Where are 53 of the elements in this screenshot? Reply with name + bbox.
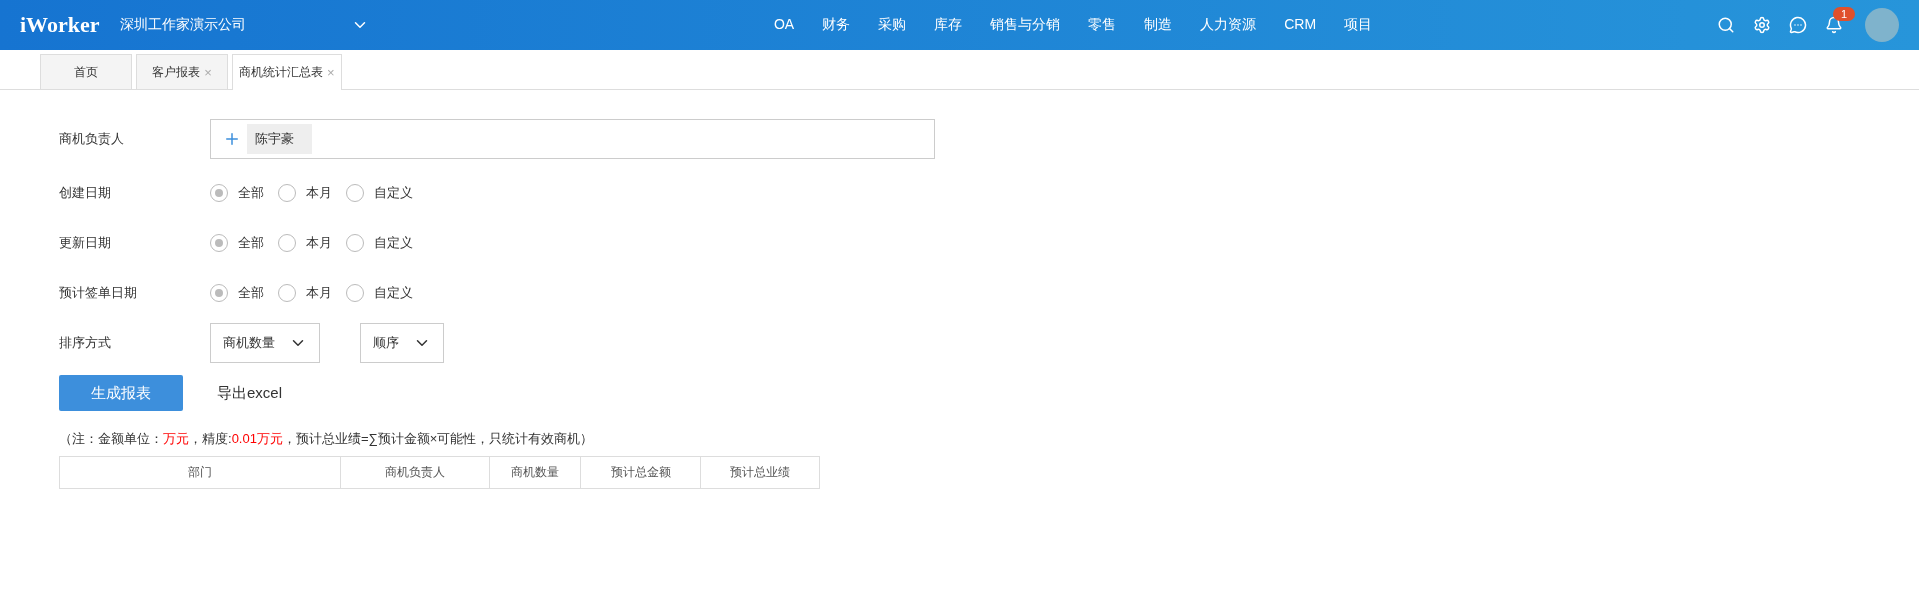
nav-item[interactable]: 销售与分销 <box>976 16 1075 34</box>
field-label: 商机负责人 <box>59 130 125 148</box>
field-label: 更新日期 <box>59 234 112 252</box>
radio-label: 全部 <box>238 284 264 302</box>
nav-item[interactable]: 项目 <box>1330 16 1387 34</box>
column-header: 商机负责人 <box>340 456 490 489</box>
chat-icon[interactable] <box>1789 16 1807 34</box>
radio-label: 本月 <box>306 234 332 252</box>
export-excel-link[interactable]: 导出excel <box>217 383 283 403</box>
notification-badge: 1 <box>1833 7 1856 21</box>
nav-item[interactable]: 制造 <box>1130 16 1187 34</box>
radio-label: 自定义 <box>374 284 413 302</box>
radio-label: 自定义 <box>374 184 413 202</box>
column-header: 部门 <box>59 456 341 489</box>
radio-label: 本月 <box>306 184 332 202</box>
tab-label: 首页 <box>74 63 98 81</box>
owner-field[interactable]: 陈宇豪 <box>210 119 935 159</box>
generate-report-button[interactable]: 生成报表 <box>59 375 183 411</box>
column-header: 预计总业绩 <box>700 456 820 489</box>
close-icon[interactable]: × <box>327 65 335 80</box>
sort-order-dropdown[interactable]: 顺序 <box>360 323 444 363</box>
company-name: 深圳工作家演示公司 <box>120 16 246 34</box>
nav-item[interactable]: 库存 <box>920 16 977 34</box>
sort-field-dropdown[interactable]: 商机数量 <box>210 323 320 363</box>
nav-item[interactable]: 人力资源 <box>1186 16 1271 34</box>
field-label: 排序方式 <box>59 334 112 352</box>
settings-icon[interactable] <box>1753 16 1771 34</box>
bell-icon[interactable] <box>1825 16 1843 34</box>
nav-item[interactable]: CRM <box>1270 16 1331 34</box>
nav-item[interactable]: 财务 <box>808 16 865 34</box>
nav-item[interactable]: 采购 <box>864 16 921 34</box>
radio-label: 自定义 <box>374 234 413 252</box>
field-label: 创建日期 <box>59 184 112 202</box>
nav-item[interactable]: OA <box>759 16 809 34</box>
note-text: （注：金额单位：万元，精度:0.01万元，预计总业绩=∑预计金额×可能性，只统计有效商机） <box>59 430 595 448</box>
field-label: 预计签单日期 <box>59 284 138 302</box>
tab-label: 客户报表 <box>152 63 201 81</box>
nav-item[interactable]: 零售 <box>1074 16 1131 34</box>
close-icon[interactable]: × <box>204 64 212 80</box>
radio-label: 全部 <box>238 234 264 252</box>
logo: iWorker <box>20 12 101 38</box>
radio-label: 本月 <box>306 284 332 302</box>
search-icon[interactable] <box>1717 16 1735 34</box>
tab-label: 商机统计汇总表 <box>239 64 323 81</box>
owner-tag: 陈宇豪 <box>247 124 312 154</box>
avatar[interactable] <box>1865 8 1899 42</box>
tab[interactable]: 首页 <box>40 54 132 89</box>
plus-icon[interactable] <box>223 130 241 148</box>
column-header: 预计总金额 <box>580 456 701 489</box>
tab[interactable]: 客户报表 × <box>136 54 228 89</box>
radio-label: 全部 <box>238 184 264 202</box>
column-header: 商机数量 <box>489 456 581 489</box>
tab[interactable]: 商机统计汇总表 × <box>232 54 342 90</box>
